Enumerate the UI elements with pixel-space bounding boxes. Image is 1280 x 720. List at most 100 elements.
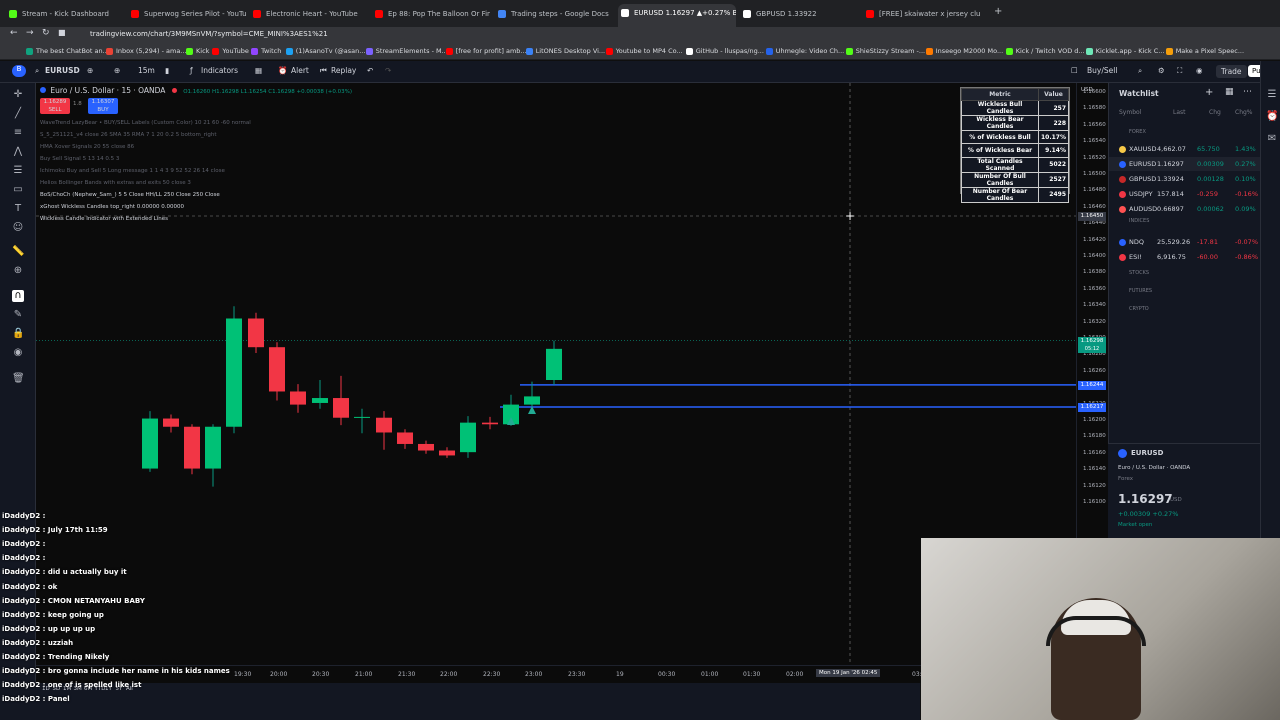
indicator-legend-item[interactable]: WaveTrend LazyBear • BUY/SELL Labels (Cu… [40,120,251,126]
more-icon[interactable]: ⋯ [1243,87,1252,97]
layout-icon[interactable]: ▦ [255,66,262,75]
search-icon[interactable]: ⌕ [35,66,39,76]
watchlist-section[interactable]: FOREX [1129,129,1146,135]
candle[interactable] [354,408,370,434]
bookmark-item[interactable]: LitONES Desktop Vi... [525,47,605,55]
alerts-icon[interactable]: ⏰ [1266,111,1278,123]
col-chgpct[interactable]: Chg% [1235,109,1253,116]
watchlist-section[interactable]: INDICES [1129,218,1149,224]
add-symbol-icon[interactable]: ⊕ [114,66,120,75]
indicator-legend-item[interactable]: xGhost Wickless Candles top_right 0.0000… [40,204,184,210]
bookmark-item[interactable]: Inbox (5,294) - ama... [106,47,187,55]
symbol-search[interactable]: EURUSD [45,66,80,75]
bookmark-item[interactable]: StreamElements - M... [365,47,448,55]
watchlist-row[interactable]: USDJPY 157.814 -0.259 -0.16% [1109,187,1261,201]
browser-tab[interactable]: Ep 88: Pop The Balloon Or Find L [372,5,490,23]
candle[interactable] [312,380,328,409]
search-icon[interactable]: ⌕ [1138,66,1142,76]
trendline-icon[interactable]: ╱ [12,108,24,120]
buysell-checkbox[interactable]: ☐ [1071,66,1078,75]
url-field[interactable]: tradingview.com/chart/3M9MSnVM/?symbol=C… [90,30,328,38]
col-symbol[interactable]: Symbol [1119,109,1141,116]
emoji-icon[interactable]: ☺ [12,222,24,234]
candle[interactable] [333,375,349,426]
undo-icon[interactable]: ↶ [367,66,373,75]
alert-icon[interactable]: ⏰ [278,66,287,75]
browser-tab[interactable]: Stream - Kick Dashboard [6,5,124,23]
browser-tab[interactable]: GBPUSD 1.33922 [740,5,858,23]
watchlist-section[interactable]: STOCKS [1129,270,1149,276]
chat-icon[interactable]: ✉ [1266,133,1278,145]
col-chg[interactable]: Chg [1209,109,1221,116]
settings-icon[interactable]: ⚙ [1158,66,1165,75]
bookmark-item[interactable]: ShieStizzy Stream -... [845,47,925,55]
candle[interactable] [482,416,498,430]
watchlist-row[interactable]: EURUSD 1.16297 0.00309 0.27% [1109,157,1261,171]
candle[interactable] [163,414,179,433]
camera-icon[interactable]: ◉ [1196,66,1203,75]
watchlist-row[interactable]: XAUUSD 4,662.07 65.750 1.43% [1109,142,1261,156]
bookmark-item[interactable]: Twitch [251,47,281,55]
indicator-legend-item[interactable]: BoS/ChoCh (Nephew_Sam_) 5 5 Close HH/LL … [40,192,220,198]
candle[interactable] [226,306,242,434]
watchlist-section[interactable]: CRYPTO [1129,306,1149,312]
bookmark-item[interactable]: (1)AsanoTv (@asan... [285,47,365,55]
candle[interactable] [248,312,264,353]
bookmark-item[interactable]: Kick [186,47,209,55]
col-last[interactable]: Last [1173,109,1186,116]
bookmark-item[interactable]: Kick / Twitch VOD d... [1005,47,1085,55]
fullscreen-icon[interactable]: ⛶ [1177,66,1182,76]
browser-tab[interactable]: Trading steps - Google Docs [495,5,613,23]
replay-button[interactable]: Replay [331,66,356,75]
fib-icon[interactable]: ☰ [12,165,24,177]
profile-avatar[interactable]: B [12,65,26,77]
watchlist-icon[interactable]: ☰ [1266,89,1278,101]
candle[interactable] [205,424,221,487]
indicator-legend-item[interactable]: Buy Sell Signal 5 13 14 0.5 3 [40,156,119,162]
back-icon[interactable]: ← [10,28,18,38]
candle[interactable] [418,440,434,454]
bookmark-item[interactable]: Youtube to MP4 Co... [605,47,683,55]
watchlist-row[interactable]: NDQ 25,529.26 -17.81 -0.07% [1109,235,1261,249]
browser-tab[interactable]: Superwog Series Pilot - YouTube [128,5,246,23]
bookmark-item[interactable]: Uhmegle: Video Ch... [765,47,844,55]
sell-button[interactable]: 1.16289 SELL [40,98,70,114]
bookmark-item[interactable]: The best ChatBot an... [26,47,109,55]
lock-icon[interactable]: 🔒 [12,328,24,340]
bookmark-item[interactable]: [free for profit] amb... [445,47,527,55]
eye-icon[interactable]: ◉ [12,347,24,359]
layout-icon[interactable]: ▦ [1225,87,1234,97]
shape-icon[interactable]: ▭ [12,184,24,196]
candle[interactable] [524,381,540,409]
candle[interactable] [269,342,285,401]
indicator-legend-item[interactable]: Helios Bollinger Bands with extras and e… [40,180,191,186]
bookmark-item[interactable]: Kicklet.app - Kick C... [1085,47,1164,55]
magnet-icon[interactable]: ∩ [12,290,24,302]
pattern-icon[interactable]: ⋀ [12,146,24,158]
candle[interactable] [460,416,476,458]
crosshair-icon[interactable]: ✛ [12,89,24,101]
buy-button[interactable]: 1.16307 BUY [88,98,118,114]
candle[interactable] [397,429,413,449]
indicator-legend-item[interactable]: S_5_251121_v4 close 26 SMA 35 RMA 7 1 20… [40,132,217,138]
add-symbol-icon[interactable]: + [1205,87,1213,98]
text-icon[interactable]: T [12,203,24,215]
watchlist-title[interactable]: Watchlist [1119,89,1159,98]
browser-tab[interactable]: EURUSD 1.16297 ▲+0.27% Bu [618,4,736,27]
pencil-icon[interactable]: ✎ [12,309,24,321]
alert-button[interactable]: Alert [291,66,309,75]
compare-icon[interactable]: ⊕ [87,66,93,75]
bookmark-item[interactable]: YouTube [212,47,249,55]
indicator-legend-item[interactable]: HMA Xover Signals 20 55 close 86 [40,144,134,150]
reload-icon[interactable]: ↻ [42,28,50,38]
interval-button[interactable]: 15m [138,66,155,75]
browser-tab[interactable]: [FREE] skaiwater x jersey club type b [863,5,981,23]
browser-tab[interactable]: Electronic Heart - YouTube [250,5,368,23]
buysell-button[interactable]: Buy/Sell [1087,66,1117,75]
replay-icon[interactable]: ⏮ [320,66,327,76]
trade-button[interactable]: Trade [1216,65,1247,78]
horizontal-lines-icon[interactable]: ≡ [12,127,24,139]
candle[interactable] [142,411,158,472]
indicator-legend-item[interactable]: Ichimoku Buy and Sell 5 Long message 1 1… [40,168,225,174]
bookmark-item[interactable]: Inseego M2000 Mo... [925,47,1003,55]
